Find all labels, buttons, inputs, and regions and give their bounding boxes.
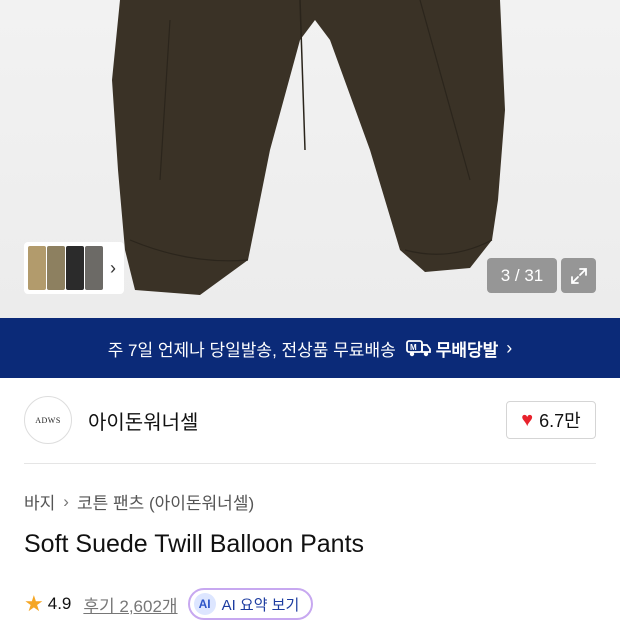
banner-text: 주 7일 언제나 당일발송, 전상품 무료배송	[107, 340, 396, 360]
thumbnail[interactable]	[85, 246, 103, 290]
ai-icon: AI	[193, 593, 216, 615]
thumbnail-strip[interactable]: ›	[24, 242, 124, 294]
thumbnail[interactable]	[66, 246, 84, 290]
chevron-right-icon[interactable]: ›	[110, 259, 116, 277]
expand-icon[interactable]	[561, 258, 596, 293]
ai-summary-label: AI 요약 보기	[221, 596, 300, 614]
product-title: Soft Suede Twill Balloon Pants	[24, 530, 365, 558]
store-logo[interactable]: ADWS	[24, 396, 72, 444]
chevron-right-icon: ›	[506, 337, 513, 358]
breadcrumb-subcategory[interactable]: 코튼 팬츠 (아이돈워너셀)	[77, 489, 254, 514]
svg-text:M: M	[410, 343, 417, 352]
heart-icon: ♥	[521, 408, 534, 431]
store-name[interactable]: 아이돈워너셀	[88, 406, 198, 435]
rating-score: 4.9	[47, 594, 72, 613]
breadcrumb: 바지 › 코튼 팬츠 (아이돈워너셀)	[24, 489, 254, 514]
banner-brand: 무배당발	[435, 340, 499, 360]
shipping-banner[interactable]: 주 7일 언제나 당일발송, 전상품 무료배송 M 무배당발 ›	[0, 318, 620, 378]
review-count-link[interactable]: 후기 2,602개	[83, 592, 177, 617]
star-icon: ★	[24, 591, 44, 616]
thumbnail[interactable]	[28, 246, 46, 290]
product-image-gallery[interactable]: › 3 / 31	[0, 0, 620, 318]
like-count: 6.7만	[539, 411, 581, 431]
like-button[interactable]: ♥ 6.7만	[506, 401, 596, 439]
ai-summary-button[interactable]: AI AI 요약 보기	[187, 588, 314, 620]
image-counter: 3 / 31	[487, 258, 557, 293]
divider	[24, 463, 596, 464]
chevron-right-icon: ›	[63, 491, 69, 511]
thumbnail[interactable]	[47, 246, 65, 290]
rating-row: ★ 4.9 후기 2,602개 AI AI 요약 보기	[24, 588, 314, 620]
breadcrumb-category[interactable]: 바지	[24, 489, 55, 514]
delivery-truck-icon: M	[405, 338, 432, 358]
store-row: ADWS 아이돈워너셀 ♥ 6.7만	[24, 396, 596, 444]
